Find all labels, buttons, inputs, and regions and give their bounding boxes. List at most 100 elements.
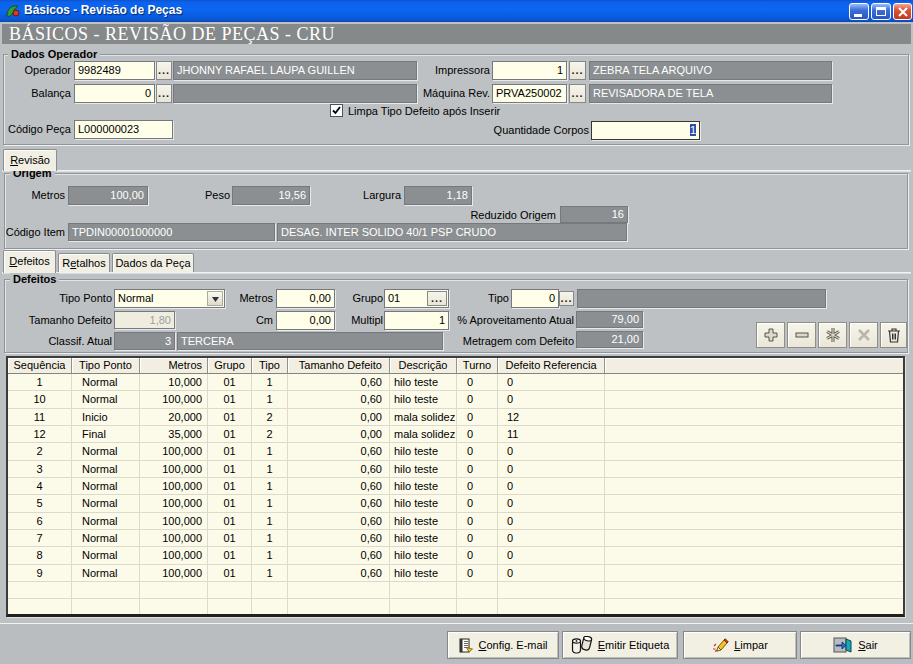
table-row[interactable]: 10Normal100,0000110,60hilo teste00 <box>8 391 903 408</box>
grid-cell: 11 <box>498 426 605 443</box>
grid-cell: 0,60 <box>288 478 390 495</box>
maquina-lookup-button[interactable]: ... <box>569 84 586 103</box>
table-row[interactable]: 3Normal100,0000110,60hilo teste00 <box>8 461 903 478</box>
column-header[interactable]: Turno <box>457 358 498 374</box>
remove-button[interactable] <box>787 322 816 348</box>
table-row[interactable]: 12Final35,0000120,00mala solidez011 <box>8 426 903 443</box>
tab-retalhos[interactable]: Retalhos <box>58 253 110 272</box>
maquina-input[interactable]: PRVA250002 <box>492 84 567 103</box>
quantidade-corpos-input[interactable]: 1 <box>591 121 700 140</box>
table-row[interactable] <box>8 599 903 616</box>
plus-icon <box>763 327 779 343</box>
tipo-lookup-button[interactable]: ... <box>559 291 574 306</box>
codigo-peca-input[interactable]: L000000023 <box>74 120 173 139</box>
grid-cell: Normal <box>72 565 140 582</box>
defeitos-legend: Defeitos <box>10 273 59 286</box>
impressora-lookup-button[interactable]: ... <box>569 61 586 80</box>
limpar-button[interactable]: Limpar <box>683 631 797 659</box>
codigo-peca-label: Código Peça <box>0 123 71 136</box>
titlebar: Básicos - Revisão de Peças <box>0 0 913 22</box>
table-row[interactable]: 2Normal100,0000110,60hilo teste00 <box>8 443 903 460</box>
grid-cell-filler <box>605 547 903 564</box>
column-header[interactable]: Defeito Referencia <box>498 358 605 374</box>
tab-dados-da-peca[interactable]: Dados da Peça <box>112 253 194 272</box>
grid-cell-filler <box>605 409 903 426</box>
grid-cell: 01 <box>208 478 252 495</box>
grid-cell: 0 <box>457 409 498 426</box>
table-row[interactable]: 8Normal100,0000110,60hilo teste00 <box>8 547 903 564</box>
table-row[interactable]: 11Inicio20,0000120,00mala solidez012 <box>8 409 903 426</box>
grid-cell <box>498 599 605 616</box>
grupo-lookup-button[interactable]: ... <box>427 291 447 306</box>
column-header[interactable]: Metros <box>140 358 208 374</box>
grid-cell: 1 <box>252 461 288 478</box>
operador-nome-display: JHONNY RAFAEL LAUPA GUILLEN <box>173 61 417 80</box>
column-header[interactable]: Tipo <box>252 358 288 374</box>
table-row[interactable]: 5Normal100,0000110,60hilo teste00 <box>8 495 903 512</box>
grid-cell: 100,000 <box>140 530 208 547</box>
balanca-lookup-button[interactable]: ... <box>156 84 172 103</box>
defeitos-table[interactable]: SequênciaTipo PontoMetrosGrupoTipoTamanh… <box>6 356 905 617</box>
close-button[interactable] <box>893 3 912 20</box>
defeitos-metros-input[interactable]: 0,00 <box>276 289 335 308</box>
grid-cell: 11 <box>8 409 72 426</box>
tipo-ponto-combo[interactable]: Normal <box>114 289 225 308</box>
grid-cell: mala solidez <box>390 426 457 443</box>
grid-cell: 0 <box>457 374 498 391</box>
table-row[interactable]: 7Normal100,0000110,60hilo teste00 <box>8 530 903 547</box>
combo-dropdown-button[interactable] <box>207 291 223 306</box>
codigo-item-label: Código Item <box>0 226 65 239</box>
column-header[interactable]: Grupo <box>208 358 252 374</box>
origem-metros-label: Metros <box>0 189 65 202</box>
grid-cell: Normal <box>72 391 140 408</box>
grid-cell: 7 <box>8 530 72 547</box>
origem-peso-display: 19,56 <box>232 186 310 205</box>
sair-button[interactable]: Sair <box>800 631 911 659</box>
grid-cell: 0 <box>457 443 498 460</box>
table-row[interactable] <box>8 582 903 599</box>
grid-cell-filler <box>605 443 903 460</box>
config-email-button[interactable]: Config. E-mail <box>447 631 559 659</box>
balanca-input[interactable]: 0 <box>74 84 155 103</box>
grid-cell: 3 <box>8 461 72 478</box>
grid-cell: 0 <box>457 461 498 478</box>
column-header[interactable]: Sequência <box>8 358 72 374</box>
impressora-input[interactable]: 1 <box>492 61 567 80</box>
grid-cell: 0,60 <box>288 530 390 547</box>
maximize-button[interactable] <box>871 3 891 20</box>
grid-cell: 1 <box>252 565 288 582</box>
table-row[interactable]: 1Normal10,0000110,60hilo teste00 <box>8 374 903 391</box>
column-header[interactable]: Tamanho Defeito <box>288 358 390 374</box>
tipo-input[interactable]: 0 <box>511 289 559 308</box>
grid-cell: 01 <box>208 374 252 391</box>
tab-revisao[interactable]: Revisão <box>3 149 57 171</box>
column-header[interactable]: Tipo Ponto <box>72 358 140 374</box>
table-row[interactable]: 4Normal100,0000110,60hilo teste00 <box>8 478 903 495</box>
grid-cell: 01 <box>208 513 252 530</box>
reduzido-origem-label: Reduzido Origem <box>450 209 556 222</box>
limpa-tipo-defeito-checkbox[interactable] <box>330 104 343 117</box>
cm-input[interactable]: 0,00 <box>276 311 335 330</box>
grid-cell: 2 <box>8 443 72 460</box>
grid-cell: hilo teste <box>390 547 457 564</box>
operador-lookup-button[interactable]: ... <box>156 61 172 80</box>
delete-button[interactable] <box>880 322 907 348</box>
grid-cell: 0 <box>457 391 498 408</box>
edit-button[interactable] <box>818 322 847 348</box>
emitir-etiqueta-button[interactable]: Emitir Etiqueta <box>562 631 678 659</box>
grid-cell: 12 <box>8 426 72 443</box>
table-row[interactable]: 6Normal100,0000110,60hilo teste00 <box>8 513 903 530</box>
column-header[interactable]: Descrição <box>390 358 457 374</box>
grid-cell: 0 <box>498 391 605 408</box>
operador-input[interactable]: 9982489 <box>74 61 155 80</box>
grid-cell: Normal <box>72 461 140 478</box>
table-row[interactable]: 9Normal100,0000110,60hilo teste00 <box>8 565 903 582</box>
add-button[interactable] <box>756 322 785 348</box>
tab-defeitos[interactable]: Defeitos <box>3 250 56 273</box>
minimize-button[interactable] <box>849 3 869 20</box>
grid-cell: 100,000 <box>140 461 208 478</box>
grid-cell: 0,60 <box>288 443 390 460</box>
grid-cell: Normal <box>72 547 140 564</box>
grid-cell: Normal <box>72 513 140 530</box>
cancel-button[interactable] <box>849 322 878 348</box>
